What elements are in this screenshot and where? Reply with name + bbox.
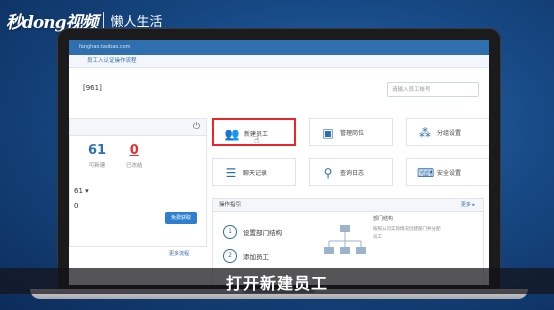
search-icon: ⚲ bbox=[323, 166, 333, 180]
id-card-icon: ▣ bbox=[322, 126, 334, 140]
guide-more-link[interactable]: 更多 ▸ bbox=[461, 199, 475, 211]
tile-label: 安全设置 bbox=[437, 170, 462, 177]
stat-frozen[interactable]: 0 已冻结 bbox=[126, 143, 143, 169]
guide-header: 操作指引 更多 ▸ bbox=[213, 199, 483, 212]
document-icon: ☰ bbox=[225, 166, 237, 180]
tile-chat-records[interactable]: ☰ 聊天记录 bbox=[212, 158, 296, 186]
video-subtitle: 打开新建员工 bbox=[225, 274, 328, 293]
tile-label: 管理岗位 bbox=[340, 130, 365, 137]
page-code: [961] bbox=[83, 84, 102, 92]
nav-link[interactable]: 员工入认证操作流程 bbox=[69, 55, 489, 68]
more-process-link[interactable]: 更多流程 bbox=[169, 250, 189, 257]
users-icon: 👥 bbox=[224, 127, 240, 141]
stat-frozen-label: 已冻结 bbox=[126, 163, 143, 169]
search-input[interactable]: 请输入员工帐号 bbox=[387, 82, 479, 97]
count-select[interactable]: 61 ▾ bbox=[74, 187, 89, 195]
hand-cursor-icon: ☝ bbox=[254, 136, 260, 146]
stat-frozen-value[interactable]: 0 bbox=[126, 143, 143, 158]
org-chart-icon bbox=[324, 225, 366, 254]
account-panel: ⏻ 61 可新建 0 已冻结 61 ▾ 0 免费获取 bbox=[69, 118, 207, 247]
org-description: 按照公司实际情况创建部门并分配员工 bbox=[373, 227, 441, 240]
keyboard-icon: ⌨ bbox=[417, 166, 435, 180]
tile-label: 查询日志 bbox=[340, 170, 365, 177]
tile-manage-posts[interactable]: ▣ 管理岗位 bbox=[309, 118, 393, 146]
count-value: 0 bbox=[74, 202, 79, 210]
tile-query-logs[interactable]: ⚲ 查询日志 bbox=[309, 158, 393, 186]
stat-available-label: 可新建 bbox=[88, 163, 106, 169]
step-number: 1 bbox=[223, 225, 237, 239]
group-icon: ⁂ bbox=[419, 126, 431, 140]
free-get-button[interactable]: 免费获取 bbox=[165, 212, 197, 224]
step-1[interactable]: 1 设置部门结构 bbox=[223, 225, 282, 239]
tile-label: 聊天记录 bbox=[243, 170, 268, 177]
step-2[interactable]: 2 添加员工 bbox=[223, 249, 269, 263]
org-title: 部门结构 bbox=[373, 216, 394, 222]
browser-address[interactable]: fanghao.taobao.com bbox=[69, 40, 489, 55]
step-number: 2 bbox=[223, 249, 237, 263]
step-label: 设置部门结构 bbox=[243, 229, 282, 237]
panel-header: ⏻ bbox=[70, 119, 206, 136]
header-row: [961] 请输入员工帐号 bbox=[69, 80, 489, 102]
power-icon[interactable]: ⏻ bbox=[193, 122, 200, 132]
tile-new-employee[interactable]: 👥 新建员工 ☝ bbox=[212, 118, 296, 146]
stat-available: 61 可新建 bbox=[88, 143, 106, 169]
step-label: 添加员工 bbox=[243, 253, 269, 261]
guide-title: 操作指引 bbox=[219, 202, 242, 208]
tile-security-settings[interactable]: ⌨ 安全设置 bbox=[406, 158, 489, 186]
tile-label: 分组设置 bbox=[437, 130, 462, 137]
stat-available-value: 61 bbox=[88, 143, 107, 158]
brand-divider bbox=[103, 11, 105, 30]
tile-group-settings[interactable]: ⁂ 分组设置 bbox=[406, 118, 489, 146]
screen: fanghao.taobao.com 员工入认证操作流程 [961] 请输入员工… bbox=[69, 40, 489, 285]
